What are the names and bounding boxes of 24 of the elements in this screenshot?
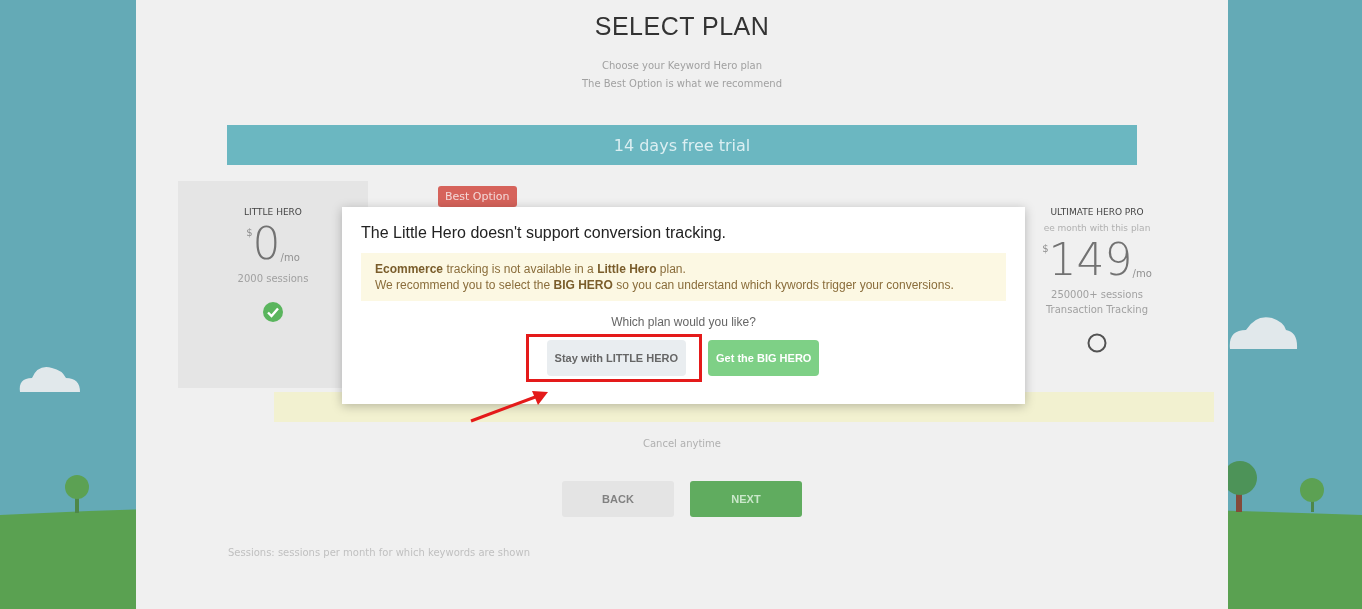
trial-banner: 14 days free trial (227, 125, 1137, 165)
currency-symbol: $ (246, 227, 253, 238)
plan-feature: 2000 sessions (237, 273, 309, 284)
radio-icon[interactable] (1087, 333, 1107, 353)
plan-name: LITTLE HERO (244, 207, 302, 217)
plan-name: ULTIMATE HERO PRO (1050, 207, 1144, 217)
warning-text: Ecommerce tracking is not available in a Little Hero plan. (375, 261, 687, 277)
page-title: SELECT PLAN (594, 12, 770, 41)
check-icon (263, 302, 283, 322)
warning-text: We recommend you to select the BIG HERO so you can understand which kywords trigger your conversions. (375, 277, 955, 293)
best-option-badge: Best Option (438, 186, 517, 207)
price-period: /mo (280, 252, 300, 263)
price-period: /mo (1132, 268, 1152, 279)
subtitle-text: Choose your Keyword Hero plan (600, 59, 764, 73)
plan-price: 149 (1048, 235, 1133, 285)
currency-symbol: $ (1042, 243, 1049, 254)
stay-button[interactable]: Stay with LITTLE HERO (546, 340, 687, 376)
question-text: Which plan would you like? (610, 315, 757, 329)
plan-feature: 250000+ sessions (1051, 289, 1143, 300)
subtitle-text: The Best Option is what we recommend (581, 77, 783, 91)
plan-price: 0 (252, 219, 281, 269)
plan-feature: Transaction Tracking (1046, 304, 1148, 315)
cancel-note: Cancel anytime (642, 438, 721, 449)
back-button[interactable]: BACK (562, 481, 674, 517)
